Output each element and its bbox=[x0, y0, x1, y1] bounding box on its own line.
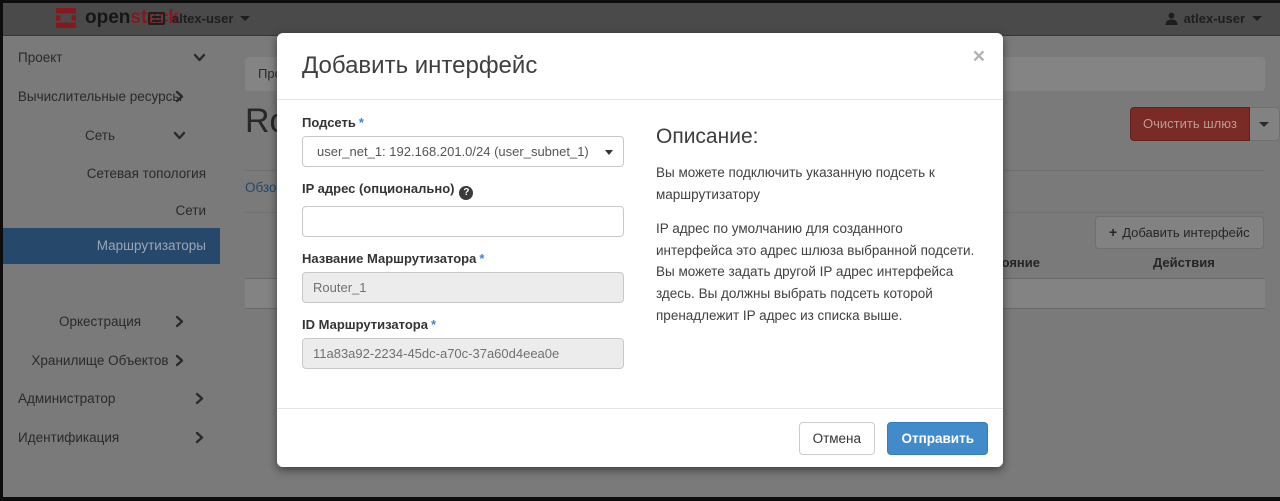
project-switcher-label: altex-user bbox=[172, 11, 233, 26]
chevron-right-icon bbox=[192, 430, 207, 445]
project-switcher-dropdown[interactable]: altex-user bbox=[148, 0, 250, 36]
caret-down-icon bbox=[605, 150, 613, 155]
openstack-logo-icon bbox=[55, 7, 77, 29]
subnet-label: Подсеть* bbox=[302, 115, 624, 130]
clear-gateway-split-button: Очистить шлюз bbox=[1130, 107, 1280, 141]
router-id-label: ID Маршрутизатора* bbox=[302, 317, 624, 332]
description-panel: Описание: Вы можете подключить указанную… bbox=[656, 115, 978, 383]
caret-down-icon bbox=[1252, 16, 1262, 21]
chevron-right-icon bbox=[172, 314, 187, 329]
submit-button[interactable]: Отправить bbox=[887, 422, 988, 455]
description-paragraph-1: Вы можете подключить указанную подсеть к… bbox=[656, 162, 978, 205]
caret-down-icon bbox=[240, 16, 250, 21]
modal-body: Подсеть* user_net_1: 192.168.201.0/24 (u… bbox=[277, 100, 1003, 383]
sidebar-item-project[interactable]: Проект bbox=[0, 39, 220, 77]
column-header-actions[interactable]: Действия bbox=[1153, 255, 1215, 270]
chevron-right-icon bbox=[192, 391, 207, 406]
chevron-down-icon bbox=[172, 128, 187, 143]
project-list-icon bbox=[148, 12, 165, 25]
window-frame-left bbox=[0, 0, 3, 501]
window-frame-top bbox=[0, 0, 1280, 3]
add-interface-modal: Добавить интерфейс × Подсеть* user_net_1… bbox=[277, 33, 1003, 467]
sidebar-item-admin[interactable]: Администратор bbox=[0, 380, 220, 418]
help-icon[interactable]: ? bbox=[459, 186, 473, 200]
clear-gateway-caret-button[interactable] bbox=[1250, 107, 1280, 141]
interface-form: Подсеть* user_net_1: 192.168.201.0/24 (u… bbox=[302, 115, 624, 383]
router-name-label: Название Маршрутизатора* bbox=[302, 251, 624, 266]
modal-header: Добавить интерфейс × bbox=[277, 33, 1003, 100]
user-icon bbox=[1165, 12, 1178, 25]
window-frame-bottom bbox=[0, 497, 1280, 501]
sidebar-item-routers[interactable]: Маршрутизаторы bbox=[0, 228, 220, 264]
chevron-right-icon bbox=[172, 353, 187, 368]
modal-title: Добавить интерфейс bbox=[302, 52, 978, 80]
sidebar-item-compute[interactable]: Вычислительные ресурсы bbox=[0, 78, 200, 116]
chevron-down-icon bbox=[192, 50, 207, 65]
plus-icon: + bbox=[1109, 224, 1117, 240]
required-asterisk: * bbox=[479, 251, 484, 266]
ip-address-input[interactable] bbox=[302, 206, 624, 237]
top-navbar: openstack altex-user atlex-user bbox=[0, 0, 1280, 36]
sidebar-item-network[interactable]: Сеть bbox=[0, 117, 200, 155]
subnet-select[interactable]: user_net_1: 192.168.201.0/24 (user_subne… bbox=[302, 136, 624, 167]
clear-gateway-button[interactable]: Очистить шлюз bbox=[1130, 107, 1250, 141]
sidebar-item-networks[interactable]: Сети bbox=[0, 192, 220, 230]
required-asterisk: * bbox=[359, 115, 364, 130]
required-asterisk: * bbox=[431, 317, 436, 332]
add-interface-button[interactable]: +Добавить интерфейс bbox=[1095, 216, 1264, 249]
modal-footer: Отмена Отправить bbox=[277, 408, 1003, 467]
router-id-input bbox=[302, 338, 624, 369]
cancel-button[interactable]: Отмена bbox=[799, 422, 875, 455]
user-menu-label: atlex-user bbox=[1184, 11, 1245, 26]
sidebar-item-identity[interactable]: Идентификация bbox=[0, 419, 220, 457]
user-menu-dropdown[interactable]: atlex-user bbox=[1165, 0, 1262, 36]
description-paragraph-2: IP адрес по умолчанию для созданного инт… bbox=[656, 218, 978, 326]
ip-address-label: IP адрес (опционально)? bbox=[302, 181, 624, 200]
caret-down-icon bbox=[1259, 122, 1269, 127]
description-heading: Описание: bbox=[656, 125, 978, 149]
sidebar-nav: Проект Вычислительные ресурсы Сеть Сетев… bbox=[0, 36, 220, 501]
sidebar-item-network-topology[interactable]: Сетевая топология bbox=[0, 155, 220, 193]
chevron-right-icon bbox=[172, 89, 187, 104]
close-icon[interactable]: × bbox=[973, 46, 985, 67]
router-name-input bbox=[302, 272, 624, 303]
sidebar-item-orchestration[interactable]: Оркестрация bbox=[0, 303, 200, 341]
sidebar-item-object-store[interactable]: Хранилище Объектов bbox=[0, 342, 200, 380]
